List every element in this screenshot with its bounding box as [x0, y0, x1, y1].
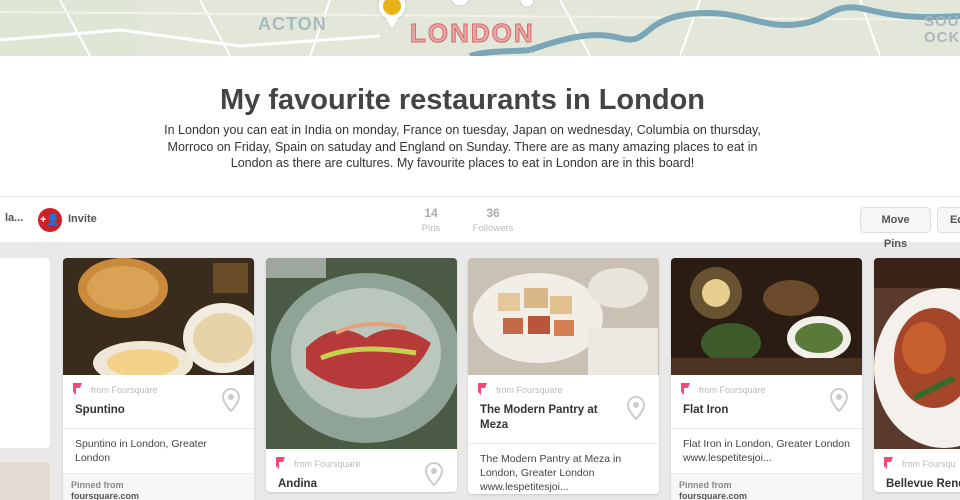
pin-source-label: from Foursquare	[294, 459, 361, 469]
map-label-acton: ACTON	[258, 14, 327, 34]
board-cover-map: ACTON LONDON SOUOCKE	[0, 0, 960, 56]
move-pins-button[interactable]: Move Pins	[860, 207, 931, 250]
pin-description: Spuntino in London, Greater London	[75, 438, 207, 464]
location-pin-icon[interactable]	[425, 462, 443, 486]
pin-image[interactable]	[63, 258, 254, 375]
pins-count-stat[interactable]: 14 Pins	[412, 206, 450, 234]
pin-photo-spuntino	[63, 258, 254, 375]
followers-count-stat[interactable]: 36 Followers	[468, 206, 518, 234]
foursquare-icon	[276, 457, 285, 469]
board-owner-link[interactable]: la...	[5, 212, 23, 224]
pin-source-label: from Foursquare	[699, 385, 766, 395]
pin-photo-modern-pantry	[468, 258, 659, 375]
location-pin-icon[interactable]	[627, 396, 645, 420]
invite-icon[interactable]: +👤	[38, 208, 62, 232]
foursquare-icon	[73, 383, 82, 395]
pins-count: 14	[424, 206, 438, 220]
map-label-south: SOUOCKE	[924, 14, 960, 46]
board-description: In London you can eat in India on monday…	[164, 123, 761, 170]
board-header: My favourite restaurants in London In Lo…	[0, 56, 960, 196]
foursquare-icon	[478, 383, 487, 395]
map-label-london: LONDON	[410, 18, 535, 49]
partial-pin-card-lower[interactable]	[0, 462, 50, 500]
pin-card-spuntino[interactable]: from Foursquare Spuntino Spuntino in Lon…	[63, 258, 254, 500]
pinned-from-label: Pinned from	[71, 480, 124, 490]
pin-attribution[interactable]: Pinned from foursquare.com	[63, 473, 254, 500]
partial-pin-card[interactable]	[0, 258, 50, 448]
edit-board-button[interactable]: Ed	[937, 207, 960, 233]
pin-title[interactable]: Bellevue Rend	[874, 477, 960, 492]
pin-photo-flat-iron	[671, 258, 862, 375]
map-label-south-line1: SOU	[924, 13, 960, 30]
board-title: My favourite restaurants in London	[220, 84, 705, 116]
pinned-from-label: Pinned from	[679, 480, 732, 490]
pin-source-site[interactable]: foursquare.com	[679, 491, 747, 500]
pin-card-bellevue[interactable]: from Foursqu Bellevue Rend	[874, 258, 960, 492]
map-label-south-line2: OCKE	[924, 29, 960, 46]
pin-photo-andina	[266, 258, 457, 449]
pin-image[interactable]	[468, 258, 659, 375]
pin-card-andina[interactable]: from Foursquare Andina	[266, 258, 457, 492]
pin-card-modern-pantry[interactable]: from Foursquare The Modern Pantry at Mez…	[468, 258, 659, 494]
pin-description: The Modern Pantry at Meza in London, Gre…	[480, 453, 622, 493]
pin-image[interactable]	[266, 258, 457, 449]
board-action-bar: la... +👤 Invite 14 Pins 36 Followers Mov…	[0, 196, 960, 250]
pin-image[interactable]	[874, 258, 960, 449]
location-pin-icon[interactable]	[830, 388, 848, 412]
followers-count: 36	[486, 206, 500, 220]
pin-source-label: from Foursquare	[91, 385, 158, 395]
pin-description: Flat Iron in London, Greater London www.…	[683, 438, 850, 464]
foursquare-icon	[884, 457, 893, 469]
pin-source-label: from Foursquare	[496, 385, 563, 395]
location-pin-icon[interactable]	[222, 388, 240, 412]
pin-source-label: from Foursqu	[902, 459, 956, 469]
pins-label: Pins	[421, 223, 441, 234]
invite-button[interactable]: Invite	[68, 213, 97, 225]
pin-attribution[interactable]: Pinned from foursquare.com	[671, 473, 862, 500]
pin-image[interactable]	[671, 258, 862, 375]
pin-source[interactable]: from Foursqu	[874, 449, 960, 477]
pin-photo-bellevue	[874, 258, 960, 449]
pin-source-site[interactable]: foursquare.com	[71, 491, 139, 500]
followers-label: Followers	[472, 223, 514, 234]
pin-card-flat-iron[interactable]: from Foursquare Flat Iron Flat Iron in L…	[671, 258, 862, 500]
foursquare-icon	[681, 383, 690, 395]
